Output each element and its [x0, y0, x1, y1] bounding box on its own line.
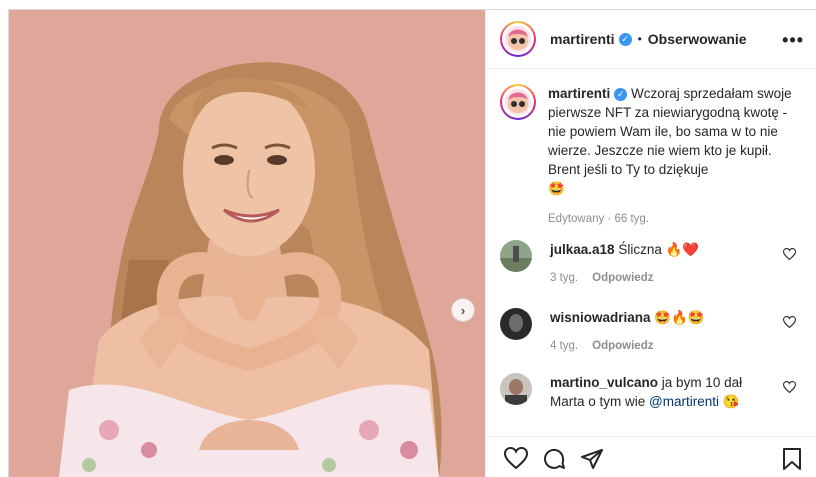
comment-like-heart-icon[interactable] — [782, 248, 797, 263]
comment-emoji: 🔥❤️ — [665, 242, 700, 257]
commenter-avatar[interactable] — [500, 373, 532, 405]
commenter-avatar[interactable] — [500, 308, 532, 340]
chevron-right-icon: › — [460, 302, 466, 318]
post-photo[interactable]: › — [9, 10, 485, 477]
commenter-avatar[interactable] — [500, 240, 532, 272]
author-avatar[interactable] — [500, 21, 536, 57]
comment-like-heart-icon[interactable] — [782, 316, 797, 331]
comment-emoji: 😘 — [722, 394, 740, 409]
caption-username[interactable]: martirenti — [548, 86, 610, 101]
verified-badge-icon: ✓ — [618, 32, 632, 46]
action-bar — [486, 436, 816, 477]
comment-icon[interactable] — [542, 447, 566, 476]
comment-time: 3 tyg. — [550, 272, 579, 284]
comment-like-heart-icon[interactable] — [782, 381, 797, 396]
post-caption: martirenti ✓ Wczoraj sprzedałam swoje pie… — [500, 84, 806, 229]
following-button[interactable]: Obserwowanie — [648, 31, 747, 47]
post-modal: › martirenti ✓ • Obserwowanie ••• martir… — [8, 9, 816, 477]
caption-avatar[interactable] — [500, 84, 536, 120]
commenter-username[interactable]: julkaa.a18 — [550, 242, 615, 257]
verified-badge-icon: ✓ — [614, 87, 628, 101]
comment-emoji: 🤩🔥🤩 — [654, 310, 705, 325]
commenter-username[interactable]: martino_vulcano — [550, 375, 658, 390]
mention-link[interactable]: @martirenti — [649, 394, 719, 409]
post-header: martirenti ✓ • Obserwowanie ••• — [486, 10, 816, 69]
heart-icon[interactable] — [503, 446, 529, 474]
comment-time: 4 tyg. — [550, 340, 579, 352]
comment-item: martino_vulcano ja bym 10 dał Marta o ty… — [500, 373, 806, 411]
reply-button[interactable]: Odpowiedz — [592, 272, 653, 284]
comment-text: Śliczna — [618, 242, 662, 257]
commenter-username[interactable]: wisniowadriana — [550, 310, 651, 325]
comment-item: wisniowadriana 🤩🔥🤩 4 tyg. Odpowiedz — [500, 308, 806, 356]
avatar-illustration — [505, 26, 531, 52]
bookmark-icon[interactable] — [782, 447, 802, 476]
more-options-icon[interactable]: ••• — [782, 30, 804, 51]
separator-dot: • — [637, 32, 642, 46]
paper-plane-icon[interactable] — [580, 447, 604, 476]
comment-item: julkaa.a18 Śliczna 🔥❤️ 3 tyg. Odpowiedz — [500, 240, 806, 288]
avatar-illustration — [505, 89, 531, 115]
next-photo-button[interactable]: › — [451, 298, 475, 322]
reply-button[interactable]: Odpowiedz — [592, 340, 653, 352]
caption-emoji: 🤩 — [548, 181, 565, 196]
post-side-panel: martirenti ✓ • Obserwowanie ••• martiren… — [485, 10, 816, 477]
caption-meta: Edytowany · 66 tyg. — [548, 213, 649, 225]
portrait-image — [9, 10, 485, 477]
author-username[interactable]: martirenti — [550, 31, 615, 47]
